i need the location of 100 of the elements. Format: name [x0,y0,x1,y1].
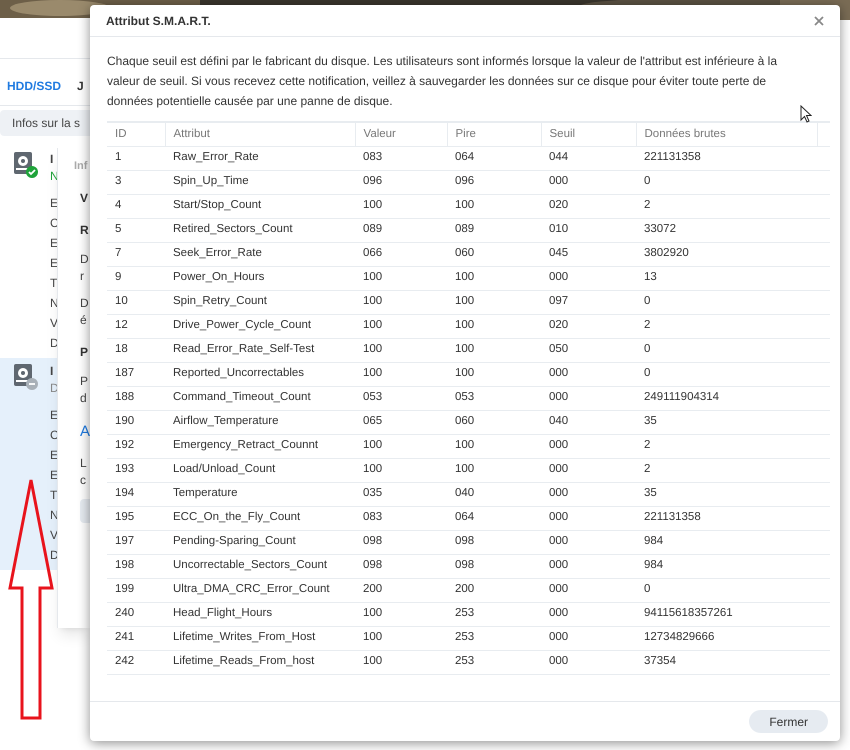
table-cell: 10 [107,290,165,314]
table-cell: 100 [447,266,541,290]
table-cell: 0 [636,170,817,194]
table-cell: 020 [541,314,636,338]
disk-ok-icon [14,152,38,178]
table-cell: 010 [541,218,636,242]
table-cell: 000 [541,578,636,602]
table-cell: Head_Flight_Hours [165,602,355,626]
tab[interactable]: J [77,77,84,95]
table-cell: 000 [541,386,636,410]
table-cell: 100 [447,458,541,482]
table-cell: 096 [447,170,541,194]
disk-detail: T [50,488,58,503]
table-cell: 0 [636,290,817,314]
table-cell: 9 [107,266,165,290]
close-button[interactable]: Fermer [749,710,828,733]
table-cell: 0 [636,362,817,386]
table-cell: 193 [107,458,165,482]
table-cell: 253 [447,602,541,626]
paragraph: D é [80,294,89,328]
table-cell: 000 [541,650,636,674]
table-cell: Spin_Retry_Count [165,290,355,314]
table-cell: 194 [107,482,165,506]
table-cell: 5 [107,218,165,242]
table-cell: 221131358 [636,146,817,170]
table-cell: Lifetime_Reads_From_host [165,650,355,674]
disk-detail: E [50,448,59,463]
table-cell: 098 [355,530,447,554]
table-cell: 242 [107,650,165,674]
table-cell: 100 [355,290,447,314]
mouse-pointer-icon [800,105,812,123]
table-cell: Ultra_DMA_CRC_Error_Count [165,578,355,602]
table-cell: 197 [107,530,165,554]
table-cell: Raw_Error_Rate [165,146,355,170]
table-cell: 12734829666 [636,626,817,650]
table-cell: Seek_Error_Rate [165,242,355,266]
tab[interactable]: HDD/SSD [7,77,62,95]
column-header[interactable]: Données brutes [636,122,817,146]
table-cell: 100 [447,194,541,218]
table-cell: 100 [447,314,541,338]
table-cell: 053 [355,386,447,410]
description-text: Chaque seuil est défini par le fabricant du disque. Les utilisateurs sont informés lorsque la valeur de l'attribut est inférieure à la valeur de seuil. Si vous recevez cette notification, veillez à sauvegarder les données sur ce disque pour éviter toute perte de données potentielle causée par une panne de disque. [107,53,778,110]
dialog-title: Inf [73,159,88,174]
disk-name: I [50,364,54,379]
column-header[interactable]: ID [107,122,165,146]
table-cell: 100 [355,626,447,650]
table-cell: 984 [636,554,817,578]
table-cell: 050 [541,338,636,362]
table-cell: Airflow_Temperature [165,410,355,434]
table-cell: Emergency_Retract_Counnt [165,434,355,458]
section-heading: P [80,344,88,360]
disk-detail: T [50,276,58,291]
link[interactable]: A [80,420,90,443]
table-cell: 190 [107,410,165,434]
column-header[interactable]: Seuil [541,122,636,146]
table-cell: 035 [355,482,447,506]
table-cell: 249111904314 [636,386,817,410]
table-cell: 097 [541,290,636,314]
table-cell: 94115618357261 [636,602,817,626]
table-cell: 240 [107,602,165,626]
table-cell: 040 [447,482,541,506]
table-cell: 020 [541,194,636,218]
paragraph: P d [80,372,88,406]
disk-detail: E [50,196,59,211]
table-cell: 200 [355,578,447,602]
table-cell: 199 [107,578,165,602]
table-cell: 195 [107,506,165,530]
table-cell: 2 [636,458,817,482]
table-cell: 045 [541,242,636,266]
disk-detail: V [50,316,59,331]
table-cell: 100 [355,458,447,482]
table-cell: Lifetime_Writes_From_Host [165,626,355,650]
table-cell: 000 [541,482,636,506]
table-cell: 12 [107,314,165,338]
table-cell: Retired_Sectors_Count [165,218,355,242]
table-cell: 000 [541,506,636,530]
table-cell: Temperature [165,482,355,506]
column-header[interactable]: Attribut [165,122,355,146]
close-icon[interactable] [814,16,824,26]
table-cell: 000 [541,626,636,650]
table-cell: 241 [107,626,165,650]
table-cell: 2 [636,434,817,458]
table-cell: 000 [541,170,636,194]
column-header[interactable]: Valeur [355,122,447,146]
table-cell: 253 [447,626,541,650]
table-cell: 100 [355,362,447,386]
table-cell: Power_On_Hours [165,266,355,290]
table-cell: 065 [355,410,447,434]
table-cell: 000 [541,266,636,290]
disk-name: I [50,152,54,167]
table-cell: 053 [447,386,541,410]
section-heading: R [80,222,89,238]
table-cell: 984 [636,530,817,554]
table-cell: 060 [447,242,541,266]
table-cell: 044 [541,146,636,170]
table-cell: 35 [636,482,817,506]
table-cell: 253 [447,650,541,674]
column-header[interactable]: Pire [447,122,541,146]
table-cell: Read_Error_Rate_Self-Test [165,338,355,362]
table-cell: 0 [636,578,817,602]
